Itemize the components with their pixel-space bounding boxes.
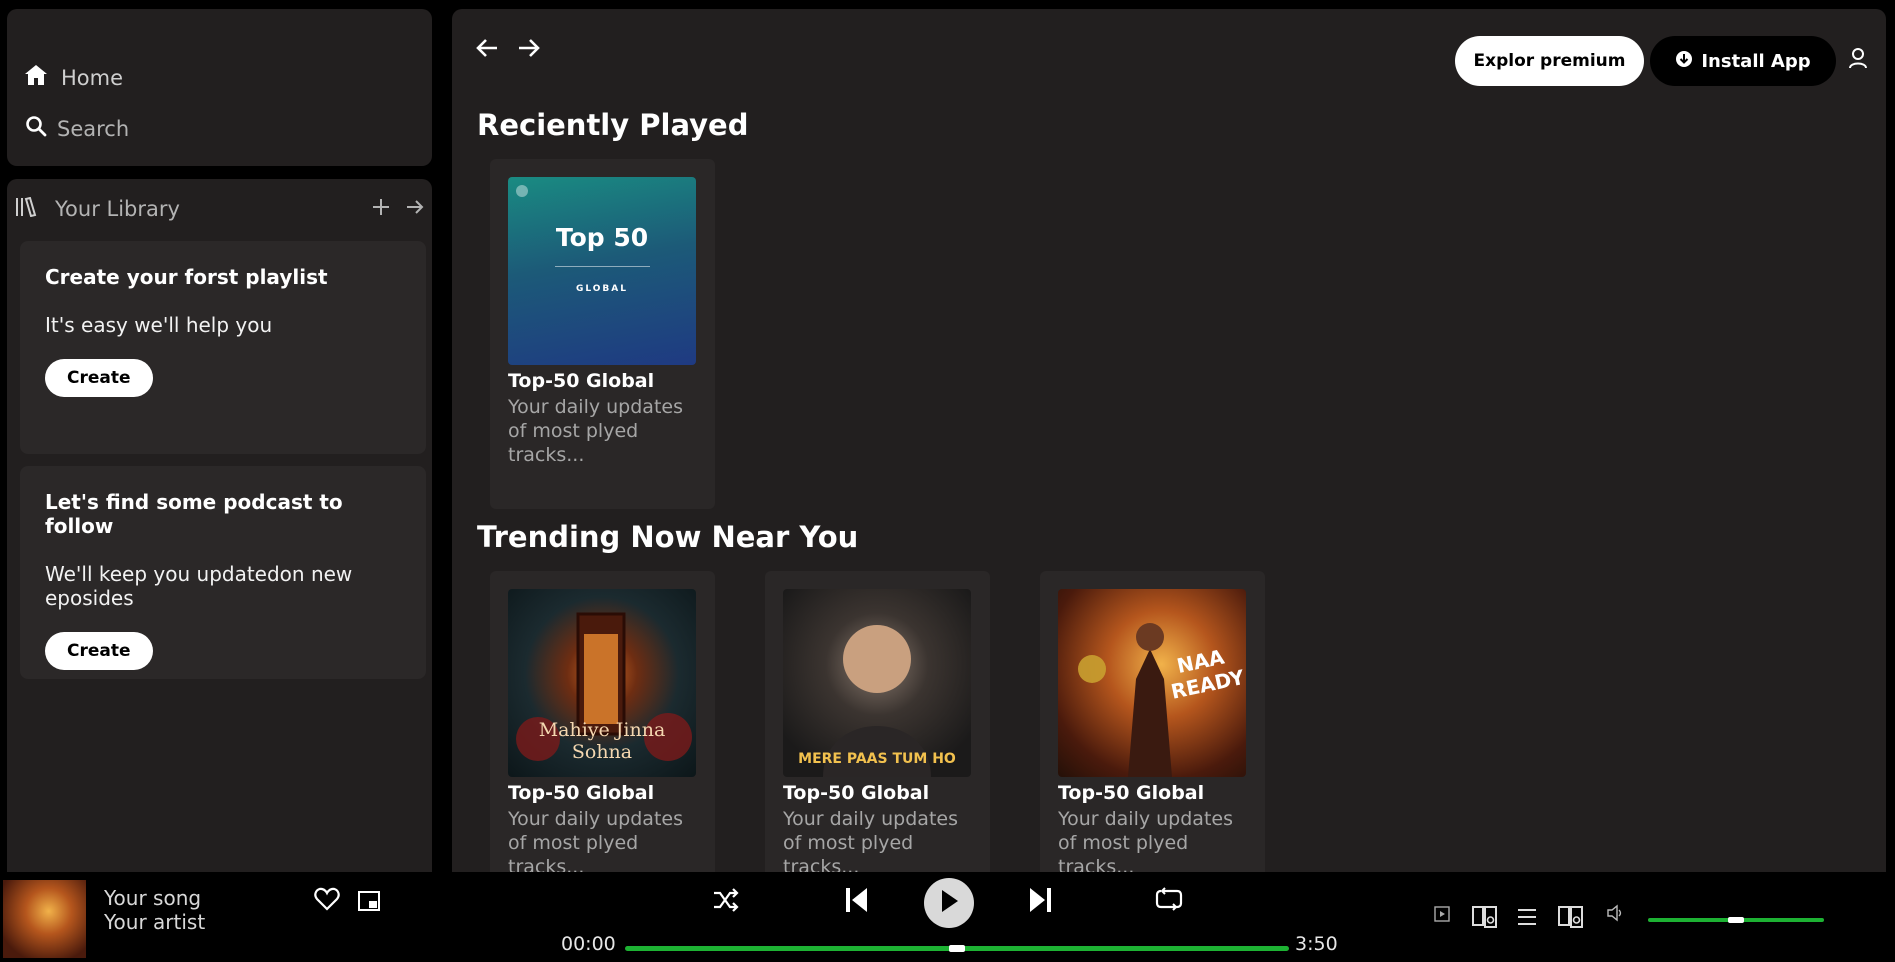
mute-button[interactable] [1604,904,1626,926]
now-playing-cover[interactable] [3,880,86,958]
card-text: We'll keep you updatedon new eposides [45,562,353,610]
repeat-button[interactable] [1153,886,1185,918]
explore-premium-button[interactable]: Explor premium [1455,36,1644,86]
play-button[interactable] [924,878,974,928]
album-description: Your daily updates of most plyed tracks.… [783,808,958,878]
create-playlist-button[interactable]: Create [45,359,153,397]
album-card[interactable]: Top 50 GLOBAL Top-50 Global Your daily u… [490,159,715,509]
now-playing-view-button[interactable] [1432,906,1452,926]
install-app-label: Install App [1701,50,1811,72]
skip-previous-icon [845,886,869,918]
album-description: Your daily updates of most plyed tracks.… [508,396,683,466]
recently-played-title: Reciently Played [477,108,749,142]
library-icon[interactable] [15,196,37,221]
library-header: Your Library [15,189,424,229]
art-subtitle: GLOBAL [575,284,628,294]
player-bar: Your song Your artist 00:00 3:50 [0,872,1895,962]
skip-next-icon [1028,886,1052,918]
arrow-right-icon[interactable] [406,199,424,219]
next-button[interactable] [1025,886,1055,918]
arrow-left-icon [475,38,499,62]
progress-bar[interactable] [625,945,1289,952]
album-title: Top-50 Global [508,782,655,804]
card-title: Let's find some podcast to follow [45,490,343,538]
create-podcast-button[interactable]: Create [45,632,153,670]
trending-title: Trending Now Near You [477,520,859,554]
lyrics-button[interactable] [1470,904,1500,934]
album-art: Mahiye Jinna Sohna [508,589,696,777]
album-title: Top-50 Global [508,370,655,392]
nav-home[interactable]: Home [25,65,123,90]
time-current: 00:00 [561,933,616,955]
album-description: Your daily updates of most plyed tracks.… [508,808,683,878]
play-icon [939,889,959,917]
install-app-button[interactable]: Install App [1650,36,1836,86]
speaker-device-icon [1558,904,1584,934]
volume-slider[interactable] [1648,917,1824,923]
album-art: MERE PAAS TUM HO [783,589,971,777]
home-icon [25,65,47,90]
nav-home-label: Home [61,65,124,90]
previous-button[interactable] [842,886,872,918]
album-description: Your daily updates of most plyed tracks.… [1058,808,1233,878]
connect-device-button[interactable] [1556,904,1586,934]
like-button[interactable] [312,886,342,916]
heart-icon [314,887,340,915]
now-playing-view-icon [1434,906,1450,926]
miniplayer-button[interactable] [355,889,383,917]
shuffle-icon [712,888,740,916]
time-total: 3:50 [1295,933,1338,955]
album-art: Top 50 GLOBAL [508,177,696,365]
card-title: Create your forst playlist [45,265,328,289]
now-playing-artist[interactable]: Your artist [104,910,205,934]
card-text: It's easy we'll help you [45,313,273,337]
download-icon [1675,50,1693,73]
album-art: NAA READY [1058,589,1246,777]
forward-button[interactable] [512,33,546,67]
user-icon [1848,47,1868,73]
album-card[interactable]: MERE PAAS TUM HO Top-50 Global Your dail… [765,571,990,879]
album-title: Top-50 Global [783,782,930,804]
picture-in-picture-icon [358,891,380,915]
main-content: Explor premium Install App Reciently Pla… [452,9,1886,879]
art-caption: MERE PAAS TUM HO [798,751,956,767]
now-playing-song[interactable]: Your song [104,886,201,910]
back-button[interactable] [470,33,504,67]
volume-icon [1606,904,1624,926]
repeat-icon [1155,887,1183,917]
album-card[interactable]: Mahiye Jinna Sohna Top-50 Global Your da… [490,571,715,879]
progress-handle[interactable] [949,945,965,952]
podcast-card: Let's find some podcast to follow We'll … [20,466,426,679]
shuffle-button[interactable] [710,886,742,918]
art-divider [554,266,650,267]
nav-search-label: Search [57,116,130,141]
arrow-right-icon [517,38,541,62]
library-panel: Your Library Create your forst playlist … [7,179,432,879]
profile-button[interactable] [1844,45,1872,75]
device-icon [1472,904,1498,934]
add-icon[interactable] [372,198,390,220]
library-title[interactable]: Your Library [55,197,180,221]
album-title: Top-50 Global [1058,782,1205,804]
art-caption: Mahiye Jinna Sohna [538,719,666,763]
queue-icon [1516,907,1538,931]
nav-search[interactable]: Search [25,115,129,142]
volume-handle[interactable] [1728,917,1744,923]
spotify-logo-icon [516,185,528,197]
search-icon [25,115,47,142]
art-title: Top 50 [555,223,649,252]
create-playlist-card: Create your forst playlist It's easy we'… [20,241,426,454]
queue-button[interactable] [1514,906,1540,932]
sidebar-nav: Home Search [7,9,432,166]
album-card[interactable]: NAA READY Top-50 Global Your daily updat… [1040,571,1265,879]
